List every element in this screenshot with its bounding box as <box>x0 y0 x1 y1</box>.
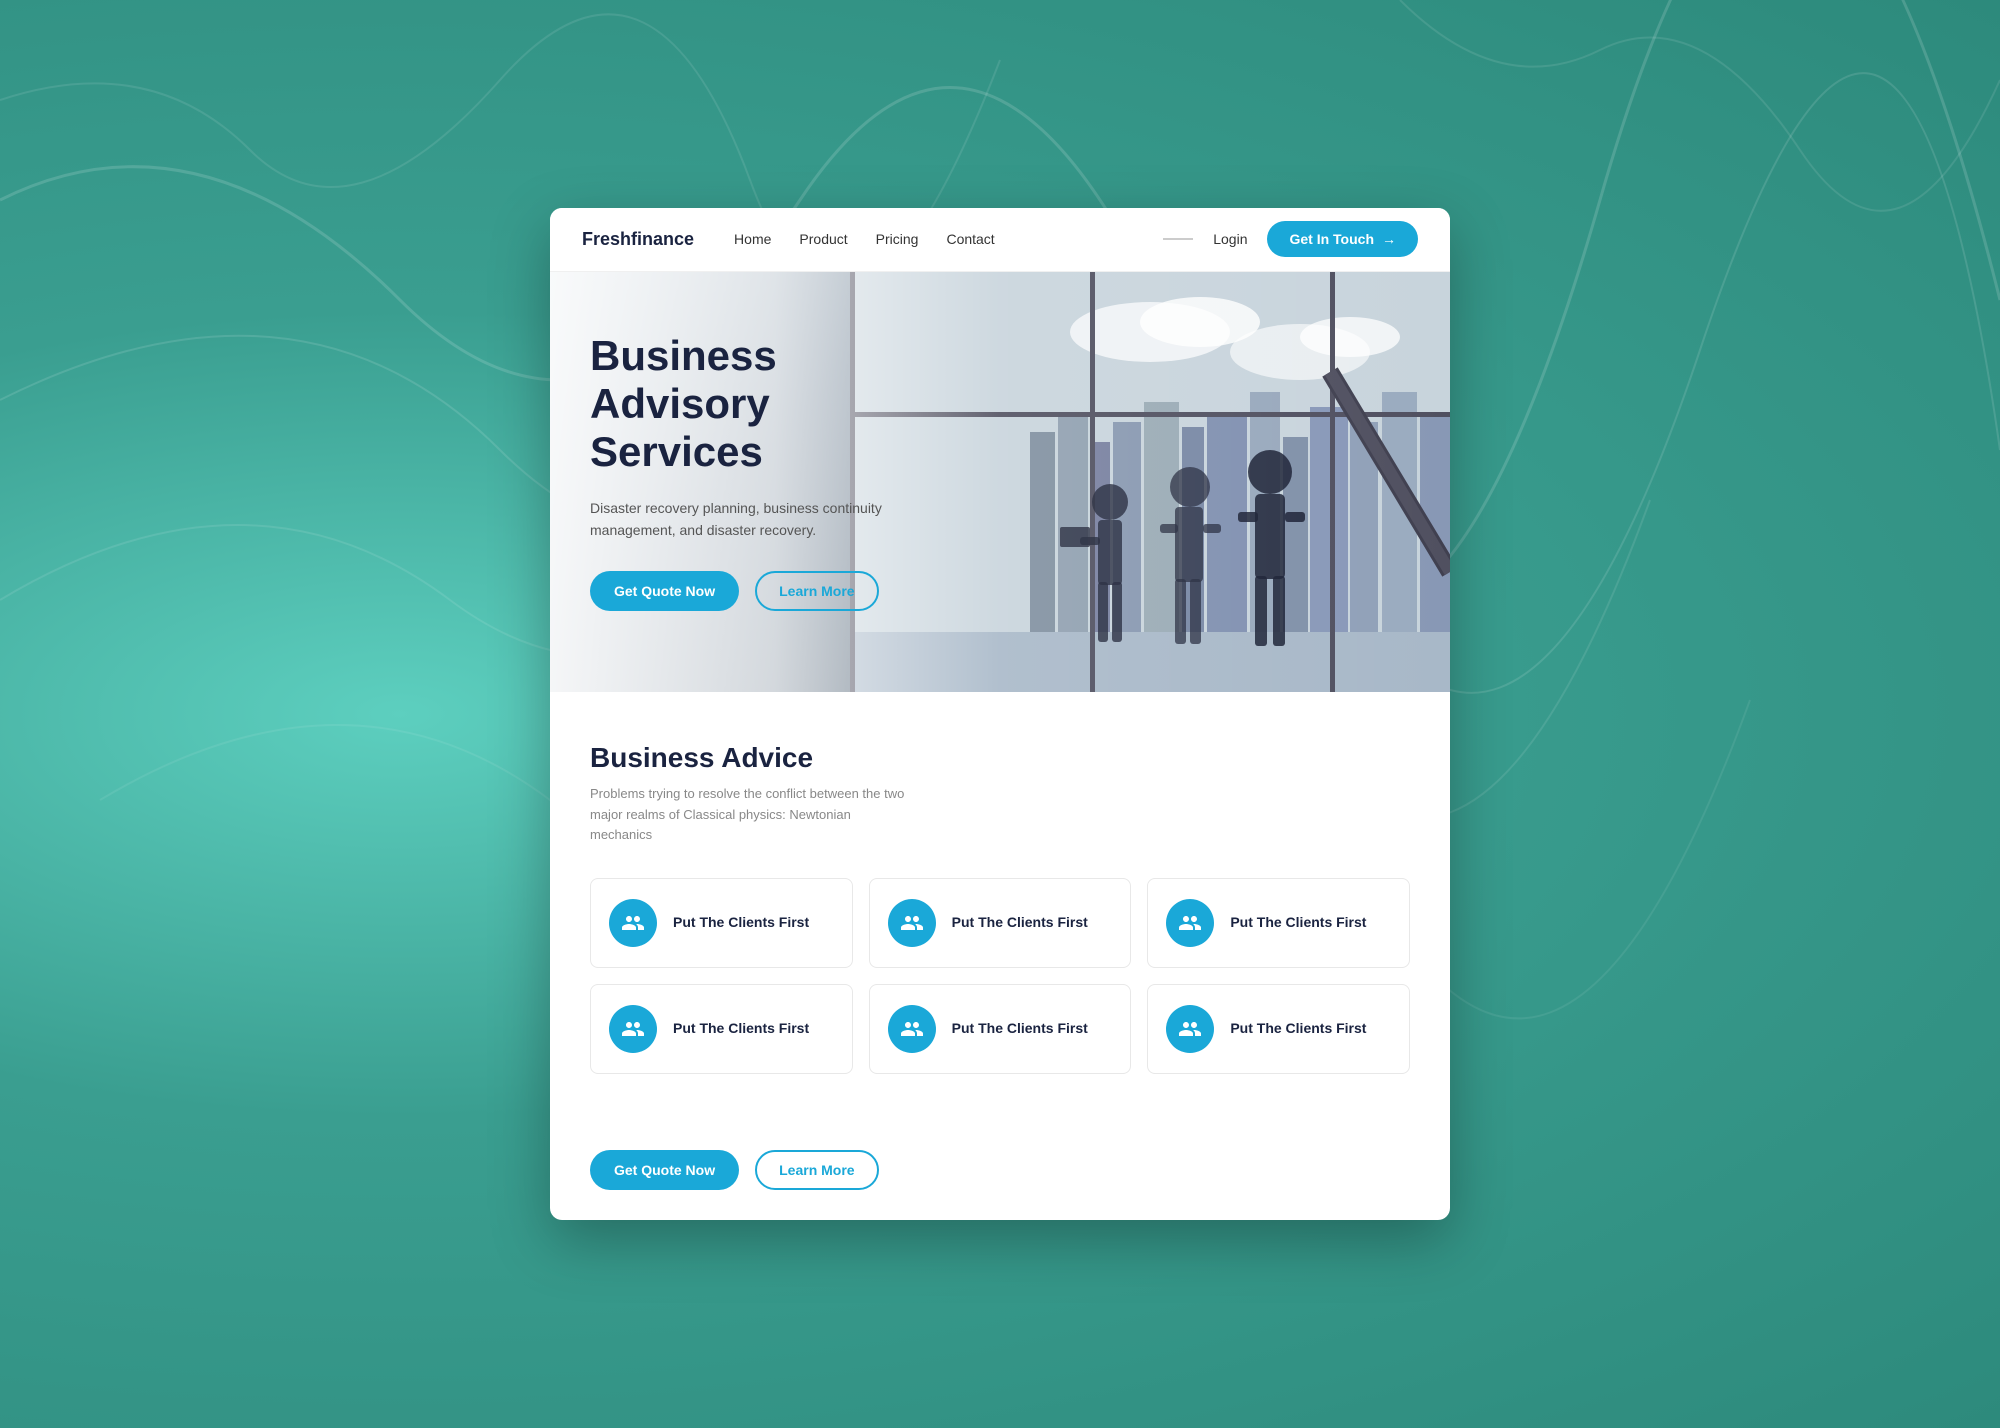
card-text-5: Put The Clients First <box>952 1019 1088 1039</box>
advice-card-2[interactable]: Put The Clients First <box>869 878 1132 968</box>
nav-divider <box>1163 238 1193 240</box>
card-icon-2 <box>888 899 936 947</box>
people-icon-4 <box>621 1017 645 1041</box>
card-text-6: Put The Clients First <box>1230 1019 1366 1039</box>
hero-subtitle: Disaster recovery planning, business con… <box>590 497 890 542</box>
card-icon-6 <box>1166 1005 1214 1053</box>
card-text-2: Put The Clients First <box>952 913 1088 933</box>
nav-pricing[interactable]: Pricing <box>876 231 919 247</box>
people-icon-3 <box>1178 911 1202 935</box>
hero-buttons: Get Quote Now Learn More <box>590 571 930 611</box>
advice-card-5[interactable]: Put The Clients First <box>869 984 1132 1074</box>
card-icon-3 <box>1166 899 1214 947</box>
people-icon-6 <box>1178 1017 1202 1041</box>
hero-content: Business Advisory Services Disaster reco… <box>550 272 970 672</box>
nav-contact[interactable]: Contact <box>946 231 994 247</box>
advice-card-3[interactable]: Put The Clients First <box>1147 878 1410 968</box>
card-icon-1 <box>609 899 657 947</box>
card-text-3: Put The Clients First <box>1230 913 1366 933</box>
arrow-icon: → <box>1382 231 1396 247</box>
brand-logo: Freshfinance <box>582 229 694 250</box>
card-icon-4 <box>609 1005 657 1053</box>
navbar: Freshfinance Home Product Pricing Contac… <box>550 208 1450 272</box>
card-text-4: Put The Clients First <box>673 1019 809 1039</box>
get-quote-button[interactable]: Get Quote Now <box>590 571 739 611</box>
learn-more-button[interactable]: Learn More <box>755 571 878 611</box>
cards-grid: Put The Clients First Put The Clients Fi… <box>590 878 1410 1074</box>
people-icon-2 <box>900 911 924 935</box>
bottom-learn-button[interactable]: Learn More <box>755 1150 878 1190</box>
nav-product[interactable]: Product <box>799 231 847 247</box>
hero-section: Business Advisory Services Disaster reco… <box>550 272 1450 692</box>
advice-card-6[interactable]: Put The Clients First <box>1147 984 1410 1074</box>
bottom-quote-button[interactable]: Get Quote Now <box>590 1150 739 1190</box>
people-icon-5 <box>900 1017 924 1041</box>
navbar-right: Login Get In Touch → <box>1163 221 1418 257</box>
card-icon-5 <box>888 1005 936 1053</box>
nav-home[interactable]: Home <box>734 231 771 247</box>
section-title: Business Advice <box>590 742 1410 774</box>
people-icon-1 <box>621 911 645 935</box>
get-in-touch-button[interactable]: Get In Touch → <box>1267 221 1418 257</box>
advice-card-1[interactable]: Put The Clients First <box>590 878 853 968</box>
advice-section: Business Advice Problems trying to resol… <box>550 692 1450 1130</box>
card-text-1: Put The Clients First <box>673 913 809 933</box>
section-subtitle: Problems trying to resolve the conflict … <box>590 784 910 846</box>
nav-links: Home Product Pricing Contact <box>734 231 1163 247</box>
login-link[interactable]: Login <box>1213 231 1247 247</box>
bottom-buttons: Get Quote Now Learn More <box>550 1130 1450 1220</box>
hero-title: Business Advisory Services <box>590 332 930 477</box>
page-wrapper: Freshfinance Home Product Pricing Contac… <box>550 208 1450 1220</box>
advice-card-4[interactable]: Put The Clients First <box>590 984 853 1074</box>
